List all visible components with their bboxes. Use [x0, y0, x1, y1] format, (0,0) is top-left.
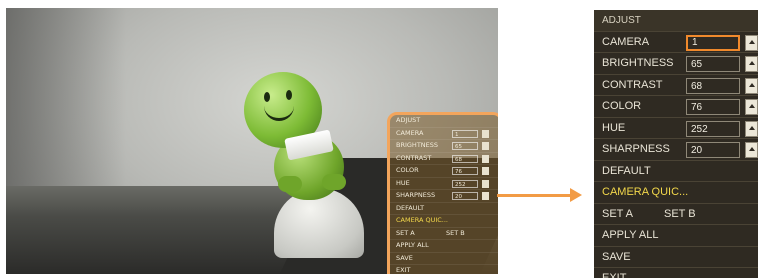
mini-row-sharpness: SHARPNESS 20: [390, 190, 498, 203]
brightness-value-field[interactable]: 65: [686, 56, 740, 72]
contrast-spin-up-icon[interactable]: [745, 77, 758, 94]
row-color[interactable]: COLOR 76: [594, 96, 758, 118]
row-brightness[interactable]: BRIGHTNESS 65: [594, 53, 758, 75]
default-button[interactable]: DEFAULT: [594, 161, 758, 182]
hue-spin-up-icon[interactable]: [745, 120, 758, 137]
mini-row-exit: EXIT: [390, 265, 498, 274]
contrast-label: CONTRAST: [602, 78, 663, 91]
figurine-left-eye: [264, 92, 270, 102]
row-contrast[interactable]: CONTRAST 68: [594, 75, 758, 96]
set-a-button[interactable]: SET A: [602, 208, 633, 220]
mini-row-camera: CAMERA 1: [390, 128, 498, 140]
zoom-arrow-shaft: [497, 194, 571, 197]
zoom-arrow-head-icon: [570, 188, 582, 202]
camera-spin-up-icon[interactable]: [745, 34, 758, 51]
adjust-menu: ADJUST CAMERA 1 BRIGHTNESS 65 CONTRAST 6…: [594, 10, 758, 278]
row-sharpness[interactable]: SHARPNESS 20: [594, 139, 758, 161]
sharpness-spin-up-icon[interactable]: [745, 142, 758, 158]
set-b-button[interactable]: SET B: [664, 204, 696, 226]
mini-title: ADJUST: [390, 115, 498, 128]
save-button[interactable]: SAVE: [594, 247, 758, 268]
mini-row-contrast: CONTRAST 68: [390, 153, 498, 165]
hue-value-field[interactable]: 252: [686, 120, 740, 137]
color-spin-up-icon[interactable]: [745, 99, 758, 115]
mini-row-color: COLOR 76: [390, 165, 498, 178]
figurine-left-foot: [278, 176, 302, 192]
row-sets: SET A SET B: [594, 204, 758, 226]
sharpness-value-field[interactable]: 20: [686, 142, 740, 158]
mini-row-camera-quick: CAMERA QUIC...: [390, 215, 498, 228]
mini-row-brightness: BRIGHTNESS 65: [390, 140, 498, 153]
color-label: COLOR: [602, 100, 642, 112]
mini-row-hue: HUE 252: [390, 178, 498, 190]
exit-button[interactable]: EXIT: [594, 268, 758, 278]
hue-label: HUE: [602, 121, 626, 134]
camera-label: CAMERA: [602, 35, 650, 48]
mini-row-sets: SET A SET B: [390, 228, 498, 240]
sharpness-label: SHARPNESS: [602, 143, 670, 155]
mini-adjust-menu: ADJUST CAMERA 1 BRIGHTNESS 65 CONTRAST 68 C…: [387, 112, 498, 274]
camera-quick-button[interactable]: CAMERA QUIC...: [594, 182, 758, 204]
row-hue[interactable]: HUE 252: [594, 118, 758, 139]
menu-title: ADJUST: [594, 10, 758, 32]
figurine-right-foot: [322, 174, 346, 190]
figurine-right-eye: [286, 90, 292, 100]
mini-row-apply-all: APPLY ALL: [390, 240, 498, 253]
brightness-label: BRIGHTNESS: [602, 57, 674, 69]
mini-row-default: DEFAULT: [390, 203, 498, 215]
brightness-spin-up-icon[interactable]: [745, 56, 758, 72]
apply-all-button[interactable]: APPLY ALL: [594, 225, 758, 247]
mini-row-save: SAVE: [390, 253, 498, 265]
camera-value-field[interactable]: 1: [686, 34, 740, 51]
contrast-value-field[interactable]: 68: [686, 77, 740, 94]
camera-preview: ADJUST CAMERA 1 BRIGHTNESS 65 CONTRAST 68 C…: [6, 8, 498, 274]
row-camera[interactable]: CAMERA 1: [594, 32, 758, 53]
color-value-field[interactable]: 76: [686, 99, 740, 115]
